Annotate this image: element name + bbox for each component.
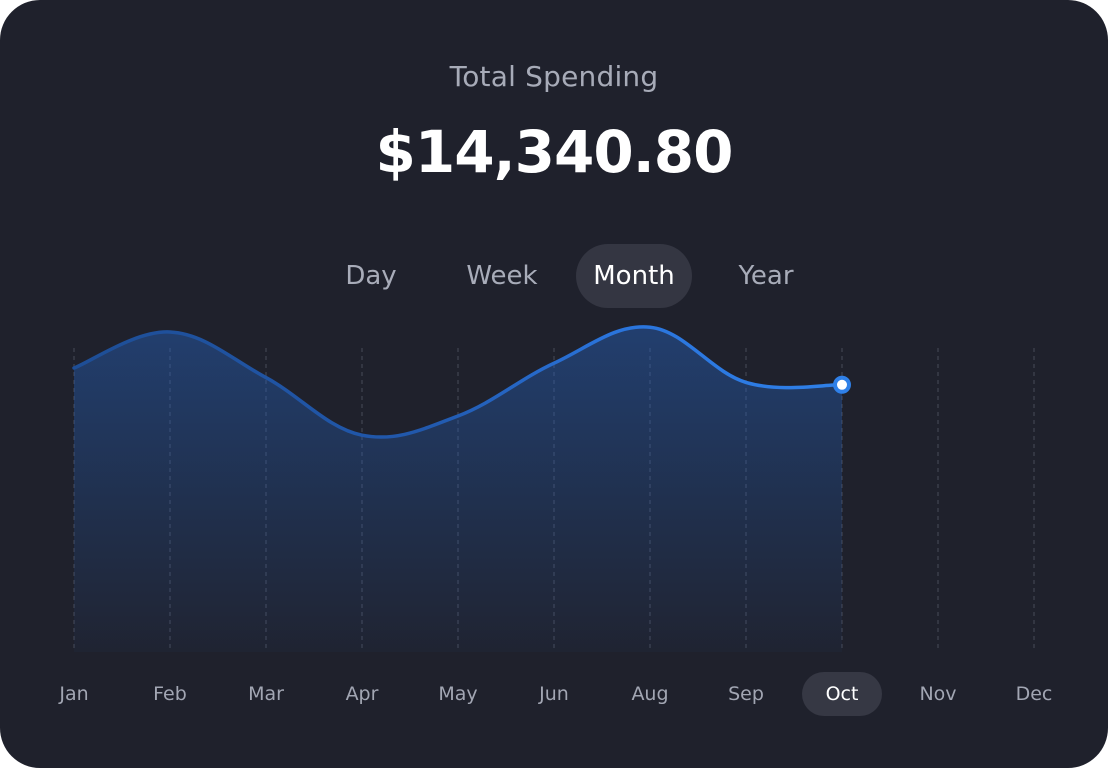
month-label-sep[interactable]: Sep [706, 672, 786, 716]
month-label-mar[interactable]: Mar [226, 672, 306, 716]
month-label-oct[interactable]: Oct [802, 672, 882, 716]
month-label-jun[interactable]: Jun [514, 672, 594, 716]
month-label-apr[interactable]: Apr [322, 672, 402, 716]
spending-card: Total Spending $14,340.80 Day Week Month… [0, 0, 1108, 768]
month-label-feb[interactable]: Feb [130, 672, 210, 716]
month-label-aug[interactable]: Aug [610, 672, 690, 716]
selected-point-marker [833, 375, 851, 394]
month-label-nov[interactable]: Nov [898, 672, 978, 716]
month-label-may[interactable]: May [418, 672, 498, 716]
spending-area-chart [72, 325, 1035, 652]
month-label-jan[interactable]: Jan [34, 672, 114, 716]
month-label-dec[interactable]: Dec [994, 672, 1074, 716]
